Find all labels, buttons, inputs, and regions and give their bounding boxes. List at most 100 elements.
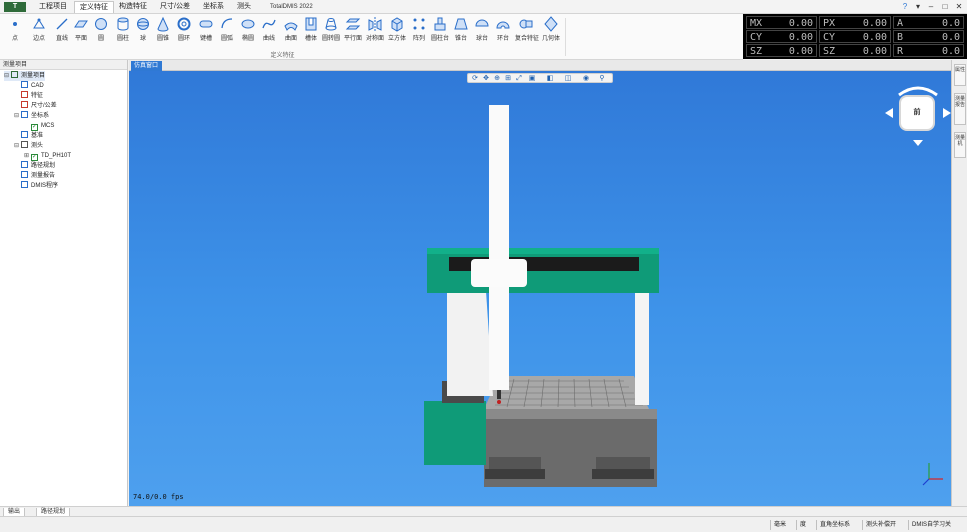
tree-item-label: 特征	[31, 93, 44, 99]
ribbon-circle-to-circle-button[interactable]: 圆转圆	[320, 16, 342, 50]
ribbon-torus-button[interactable]: 圆环	[173, 16, 195, 50]
arrow-right-icon	[943, 108, 951, 118]
tree-item[interactable]: 特征	[14, 91, 43, 101]
ribbon-ring-segment-button[interactable]: 环台	[492, 16, 514, 50]
symmetry-plane-icon	[368, 17, 382, 31]
dock-tab-report[interactable]: 测量报告	[954, 93, 966, 125]
ribbon-item-label: 圆转圆	[321, 36, 340, 42]
dimension-icon	[21, 101, 28, 108]
ribbon-symmetry-plane-button[interactable]: 对称面	[364, 16, 386, 50]
tree-toggle-icon[interactable]: ⊟	[14, 111, 21, 121]
ribbon-compound-feature-button[interactable]: 复合特征	[515, 16, 539, 50]
ribbon-cube-button[interactable]: 立方体	[386, 16, 408, 50]
ribbon-cylinder-button[interactable]: 圆柱	[112, 16, 134, 50]
close-icon[interactable]: ✕	[954, 1, 964, 13]
tree-item[interactable]: 测量报告	[14, 171, 55, 181]
minimize-icon[interactable]: –	[926, 1, 936, 13]
maximize-icon[interactable]: □	[940, 1, 950, 13]
tree-item[interactable]: CAD	[14, 81, 44, 91]
coordinate-icon	[21, 111, 28, 118]
tree-item[interactable]: 路径规划	[14, 161, 55, 171]
tab-construct-feature[interactable]: 构造特征	[114, 1, 152, 13]
ribbon-cylinder-boss-button[interactable]: 圆柱台	[429, 16, 451, 50]
tree-item[interactable]: 尺寸/公差	[14, 101, 57, 111]
ribbon-item-label: 球台	[475, 36, 488, 42]
tree-toggle-icon[interactable]: ⊟	[14, 141, 21, 151]
tree-item-label: 测量项目	[21, 73, 46, 79]
ribbon-sphere-segment-button[interactable]: 球台	[471, 16, 493, 50]
bottom-tab-bar: 输出 路径规划	[0, 506, 967, 517]
readout-value: 0.00	[788, 18, 813, 29]
tree-toggle-icon[interactable]: ⊟	[4, 71, 11, 81]
dock-tab-machine[interactable]: 测量机	[954, 132, 966, 158]
tree-item[interactable]: ⊟ 测量项目	[4, 71, 46, 81]
readout-value: 0.00	[862, 32, 887, 43]
tree-item[interactable]: ⊞ ✓ TD_PH10T	[24, 151, 71, 161]
ribbon-edge-point-button[interactable]: 边点	[28, 16, 50, 50]
ribbon-pattern-button[interactable]: 阵列	[408, 16, 430, 50]
ribbon-ellipse-button[interactable]: 椭圆	[237, 16, 259, 50]
project-icon	[11, 71, 18, 78]
ribbon-plane-button[interactable]: 平面	[70, 16, 92, 50]
dropdown-icon[interactable]: ▾	[913, 1, 923, 13]
ribbon-sphere-button[interactable]: 球	[132, 16, 154, 50]
view-cube[interactable]: 前	[885, 79, 951, 149]
tree-toggle-icon[interactable]: ⊞	[24, 151, 31, 161]
tab-probe[interactable]: 测头	[232, 1, 256, 13]
path-icon	[21, 161, 28, 168]
tree-item[interactable]: ⊟ 测头	[14, 141, 43, 151]
status-units-length[interactable]: 毫米	[770, 520, 786, 530]
tab-coordinate[interactable]: 坐标系	[198, 1, 229, 13]
tab-simulation-window[interactable]: 仿真窗口	[131, 61, 163, 71]
coordinate-readout: MX 0.00 PX 0.00 A 0.0 CY 0.00 CY 0.00 B 0.0 SZ 0.00 SZ…	[743, 14, 967, 59]
help-icon[interactable]: ?	[900, 1, 910, 13]
cad-icon	[21, 81, 28, 88]
view-cube-front[interactable]: 前	[901, 97, 933, 129]
app-logo[interactable]: T	[4, 2, 26, 12]
ribbon-cone-button[interactable]: 圆锥	[152, 16, 174, 50]
status-units-angle[interactable]: 度	[796, 520, 806, 530]
probe-tip	[497, 400, 501, 404]
ribbon-item-label: 点	[11, 36, 18, 42]
ribbon-frustum-button[interactable]: 锥台	[450, 16, 472, 50]
tree-item[interactable]: ✓ MCS	[24, 121, 54, 131]
status-probe-comp[interactable]: 测头补偿开	[862, 520, 896, 530]
ribbon-curve-button[interactable]: 曲线	[258, 16, 280, 50]
ribbon: 点边点 直线 平面圆圆柱球圆锥 圆环 键槽 圆弧 椭圆 曲线 曲面 槽体 圆转圆 平行面 对称面 立方体阵…	[0, 14, 743, 60]
geometry-icon	[544, 16, 558, 32]
tab-define-feature[interactable]: 定义特征	[74, 1, 114, 13]
status-coordinate-system[interactable]: 直角坐标系	[816, 520, 850, 530]
tree-item[interactable]: DMIS程序	[14, 181, 58, 191]
dock-tab-properties[interactable]: 属性	[954, 64, 966, 86]
tab-project[interactable]: 工程项目	[34, 1, 72, 13]
simulation-tab-label: 仿真窗口	[134, 63, 159, 69]
ribbon-item-label: 槽体	[304, 36, 317, 42]
ribbon-item-label: 圆柱	[116, 36, 129, 42]
ribbon-slot-button[interactable]: 键槽	[195, 16, 217, 50]
ribbon-item-label: 环台	[496, 36, 509, 42]
program-icon	[21, 181, 28, 188]
arc-icon	[221, 18, 233, 29]
ribbon-groove-button[interactable]: 槽体	[300, 16, 322, 50]
sphere-segment-icon	[475, 19, 489, 27]
readout-axis-label: CY	[823, 32, 836, 43]
ribbon-item-label: 圆	[97, 36, 104, 42]
checkbox-icon: ✓	[31, 154, 38, 161]
readout-value: 0.0	[941, 46, 960, 57]
ribbon-circle-button[interactable]: 圆	[90, 16, 112, 50]
ribbon-surface-button[interactable]: 曲面	[280, 16, 302, 50]
readout-cell: SZ 0.00	[819, 44, 891, 57]
ribbon-parallel-planes-button[interactable]: 平行面	[342, 16, 364, 50]
readout-axis-label: CY	[750, 32, 763, 43]
tree-item[interactable]: 基准	[14, 131, 43, 141]
ribbon-arc-button[interactable]: 圆弧	[216, 16, 238, 50]
circle-to-circle-icon	[325, 18, 337, 31]
tree-item[interactable]: ⊟ 坐标系	[14, 111, 49, 121]
status-dmis-learn[interactable]: DMIS自学习关	[908, 520, 951, 530]
simulation-viewport[interactable]: ⟳ ✥ ⊕ ⊞ ⤢ ▣ ◧ ◫ ◉ ⚲ 前 74.0/0.0 fps	[129, 71, 951, 506]
status-bar: 毫米 度 直角坐标系 测头补偿开 DMIS自学习关	[0, 516, 967, 532]
tab-dimension[interactable]: 尺寸/公差	[155, 1, 195, 13]
ribbon-geometry-button[interactable]: 几何体	[540, 16, 562, 50]
ribbon-item-label: 圆锥	[156, 36, 169, 42]
ribbon-point-button[interactable]: 点	[4, 16, 26, 50]
